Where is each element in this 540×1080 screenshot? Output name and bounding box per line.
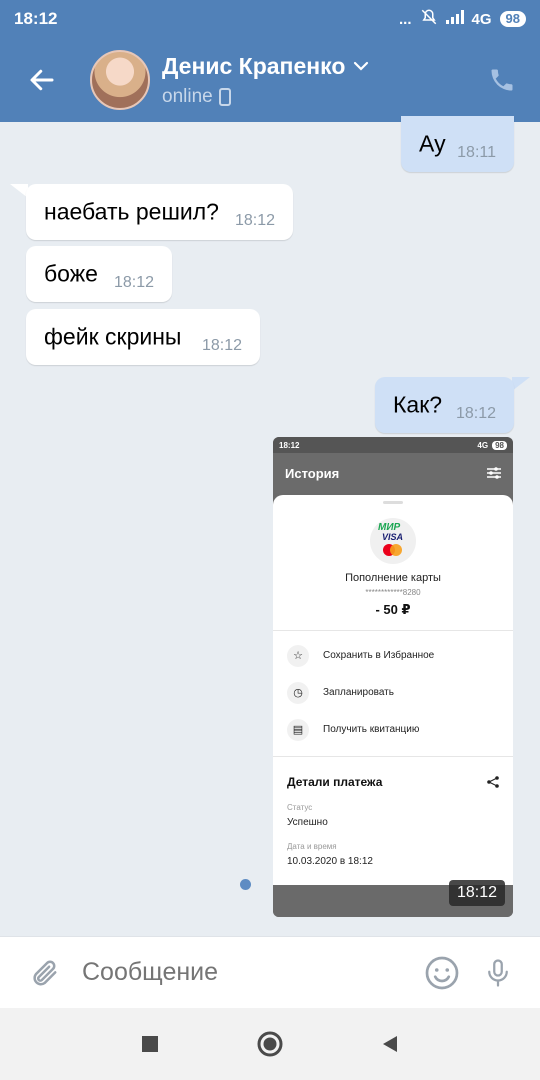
message-time: 18:11 xyxy=(457,144,496,161)
circle-icon xyxy=(257,1031,283,1057)
message-input[interactable] xyxy=(72,958,414,987)
message-time: 18:12 xyxy=(201,337,242,354)
action-receipt: ▤ Получить квитанцию xyxy=(273,711,513,748)
attachment-status-bar: 18:12 4G 98 xyxy=(273,437,513,453)
message-bubble-in[interactable]: фейк скрины 18:12 xyxy=(26,309,260,365)
divider xyxy=(273,630,513,631)
message-bubble-in[interactable]: наебать решил? 18:12 xyxy=(26,184,293,240)
status-label: Статус xyxy=(287,803,313,812)
back-button[interactable] xyxy=(18,56,66,104)
contact-info[interactable]: Денис Крапенко online xyxy=(162,53,474,108)
card-logo-icon: МИР VISA xyxy=(370,518,416,564)
message-time: 18:12 xyxy=(234,212,275,229)
mobile-icon xyxy=(218,87,231,106)
emoji-button[interactable] xyxy=(414,945,470,1001)
back-nav-button[interactable] xyxy=(370,1024,410,1064)
attach-button[interactable] xyxy=(16,945,72,1001)
message-bubble-out[interactable]: Ау 18:11 xyxy=(401,116,514,172)
datetime-label: Дата и время xyxy=(287,842,337,851)
call-button[interactable] xyxy=(474,52,530,108)
signal-icon xyxy=(445,10,464,28)
status-bar: 18:12 ... 4G 98 xyxy=(0,0,540,38)
action-schedule: ◷ Запланировать xyxy=(273,674,513,711)
arrow-left-icon xyxy=(30,69,54,91)
status-dots: ... xyxy=(399,10,412,28)
microphone-icon xyxy=(488,958,508,987)
message-bubble-in[interactable]: боже 18:12 xyxy=(26,246,172,302)
image-attachment[interactable]: 18:12 4G 98 История МИР VISA Пополнение … xyxy=(273,437,513,917)
message-time: 18:12 xyxy=(113,274,154,291)
message-text: наебать решил? xyxy=(44,198,219,225)
battery-icon: 98 xyxy=(499,11,526,27)
payment-sheet: МИР VISA Пополнение карты ************82… xyxy=(273,495,513,895)
attachment-title: История xyxy=(285,465,340,481)
receipt-icon: ▤ xyxy=(287,718,309,741)
system-nav-bar xyxy=(0,1008,540,1080)
visa-logo: VISA xyxy=(382,532,404,542)
contact-name: Денис Крапенко xyxy=(162,52,346,79)
sheet-handle xyxy=(383,501,403,504)
home-button[interactable] xyxy=(250,1024,290,1064)
filter-icon xyxy=(487,467,501,479)
message-time: 18:12 xyxy=(455,405,496,422)
app-header: 18:12 ... 4G 98 Денис Крапенко online xyxy=(0,0,540,122)
card-number: ************8280 xyxy=(365,588,421,597)
action-save-favorite: ☆ Сохранить в Избранное xyxy=(273,637,513,674)
details-header: Детали платежа xyxy=(273,775,513,789)
chat-header: Денис Крапенко online xyxy=(0,38,540,122)
bubble-tail xyxy=(512,377,530,391)
attachment-title-bar: История xyxy=(273,453,513,493)
avatar[interactable] xyxy=(90,50,150,110)
message-composer xyxy=(0,936,540,1008)
status-time: 18:12 xyxy=(14,9,58,28)
clock-icon: ◷ xyxy=(287,681,309,704)
operation-title: Пополнение карты xyxy=(345,572,441,584)
star-icon: ☆ xyxy=(287,644,309,667)
share-icon xyxy=(487,776,499,788)
smiley-icon xyxy=(425,956,459,989)
mute-icon xyxy=(420,8,438,30)
message-text: фейк скрины xyxy=(44,323,182,350)
paperclip-icon xyxy=(33,960,57,985)
presence-status: online xyxy=(162,85,213,107)
message-text: Ау xyxy=(419,130,446,157)
attachment-time: 18:12 xyxy=(448,880,505,906)
datetime-value: 10.03.2020 в 18:12 xyxy=(287,856,373,867)
network-type: 4G xyxy=(471,10,492,28)
square-icon xyxy=(142,1036,158,1052)
message-bubble-out[interactable]: Как? 18:12 xyxy=(375,377,514,433)
status-value: Успешно xyxy=(287,817,328,828)
message-text: Как? xyxy=(393,391,443,418)
amount: - 50 ₽ xyxy=(375,602,411,617)
unread-indicator xyxy=(240,879,251,890)
phone-icon xyxy=(491,69,513,91)
voice-button[interactable] xyxy=(470,945,526,1001)
divider xyxy=(273,756,513,757)
message-text: боже xyxy=(44,260,98,287)
triangle-back-icon xyxy=(383,1036,397,1052)
chevron-down-icon xyxy=(354,61,369,71)
recent-apps-button[interactable] xyxy=(130,1024,170,1064)
